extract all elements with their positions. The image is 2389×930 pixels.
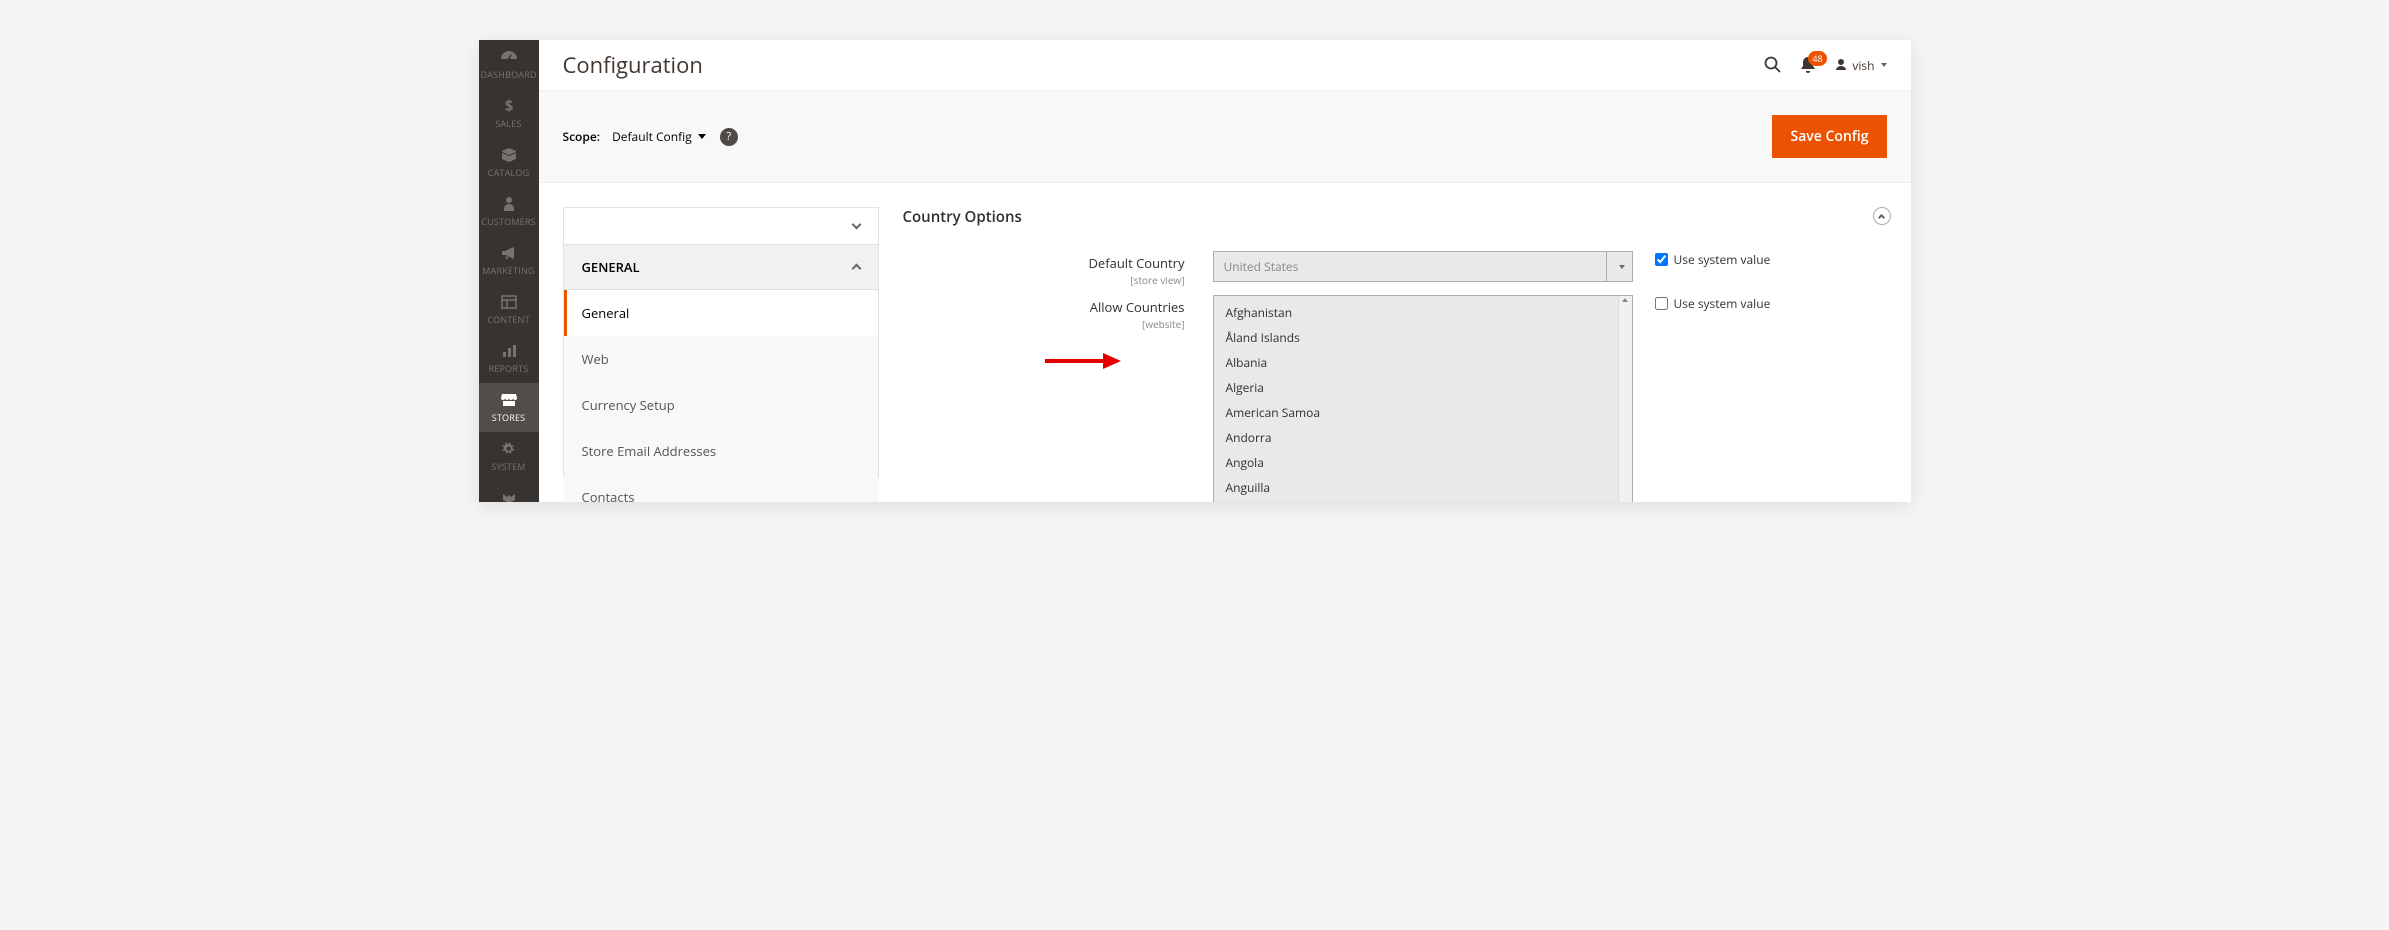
use-system-checkbox[interactable] bbox=[1655, 297, 1668, 310]
section-title: Country Options bbox=[903, 207, 1887, 227]
chevron-down-icon bbox=[698, 134, 706, 139]
nav-label: SYSTEM bbox=[481, 460, 537, 473]
save-config-button[interactable]: Save Config bbox=[1772, 115, 1886, 158]
nav-customers[interactable]: CUSTOMERS bbox=[479, 187, 539, 236]
layout-icon bbox=[481, 293, 537, 311]
user-menu[interactable]: vish bbox=[1834, 57, 1886, 74]
nav-system[interactable]: SYSTEM bbox=[479, 432, 539, 481]
country-option[interactable]: American Samoa bbox=[1214, 400, 1618, 425]
nav-label: SALES bbox=[481, 117, 537, 130]
use-system-default-country[interactable]: Use system value bbox=[1633, 251, 1771, 268]
nav-label: REPORTS bbox=[481, 362, 537, 375]
search-icon[interactable] bbox=[1764, 56, 1782, 74]
row-default-country: Default Country [store view] United Stat… bbox=[903, 251, 1887, 287]
use-system-checkbox[interactable] bbox=[1655, 253, 1668, 266]
country-option[interactable]: Andorra bbox=[1214, 425, 1618, 450]
svg-text:$: $ bbox=[504, 98, 513, 114]
country-option[interactable]: Albania bbox=[1214, 350, 1618, 375]
nav-catalog[interactable]: CATALOG bbox=[479, 138, 539, 187]
config-content: GENERAL General Web Currency Setup Store… bbox=[539, 183, 1911, 502]
select-value: United States bbox=[1213, 251, 1607, 282]
scope-selector[interactable]: Default Config bbox=[612, 128, 706, 145]
row-allow-countries: Allow Countries [website] Afghanistan Ål… bbox=[903, 295, 1887, 502]
config-sub-currency[interactable]: Currency Setup bbox=[564, 382, 878, 428]
nav-label: DASHBOARD bbox=[481, 68, 537, 81]
config-group-label: GENERAL bbox=[582, 258, 640, 276]
store-icon bbox=[481, 391, 537, 409]
nav-label: MARKETING bbox=[481, 264, 537, 277]
megaphone-icon bbox=[481, 244, 537, 262]
config-form: Country Options Default Country [store v… bbox=[903, 207, 1887, 478]
help-icon[interactable]: ? bbox=[720, 128, 738, 146]
notification-icon[interactable]: 48 bbox=[1800, 56, 1816, 74]
nav-reports[interactable]: REPORTS bbox=[479, 334, 539, 383]
allow-countries-multiselect[interactable]: Afghanistan Åland Islands Albania Algeri… bbox=[1213, 295, 1633, 502]
default-country-select[interactable]: United States bbox=[1213, 251, 1633, 282]
config-group-general[interactable]: GENERAL bbox=[564, 244, 878, 290]
country-option[interactable]: Åland Islands bbox=[1214, 325, 1618, 350]
country-option[interactable]: Antarctica bbox=[1214, 500, 1618, 502]
page-title: Configuration bbox=[563, 50, 703, 80]
nav-label: CUSTOMERS bbox=[481, 215, 537, 228]
nav-label: CONTENT bbox=[481, 313, 537, 326]
nav-label: CATALOG bbox=[481, 166, 537, 179]
nav-content[interactable]: CONTENT bbox=[479, 285, 539, 334]
admin-panel: DASHBOARD $ SALES CATALOG CUSTOMERS MARK… bbox=[479, 40, 1911, 502]
config-sub-store-email[interactable]: Store Email Addresses bbox=[564, 428, 878, 474]
nav-dashboard[interactable]: DASHBOARD bbox=[479, 40, 539, 89]
scope-value-text: Default Config bbox=[612, 128, 692, 145]
config-sub-web[interactable]: Web bbox=[564, 336, 878, 382]
nav-sales[interactable]: $ SALES bbox=[479, 89, 539, 138]
box-icon bbox=[481, 146, 537, 164]
gear-icon bbox=[481, 440, 537, 458]
control-default-country: United States bbox=[1213, 251, 1633, 282]
multiselect-scrollbar[interactable] bbox=[1618, 296, 1632, 502]
nav-label: STORES bbox=[481, 411, 537, 424]
nav-partners[interactable]: FIND PARTNERS & EXTENSIONS bbox=[479, 481, 539, 502]
chevron-up-icon bbox=[851, 264, 861, 274]
config-nav-collapse[interactable] bbox=[564, 208, 878, 244]
nav-stores[interactable]: STORES bbox=[479, 383, 539, 432]
scope-bar: Scope: Default Config ? Save Config bbox=[539, 90, 1911, 183]
country-option[interactable]: Afghanistan bbox=[1214, 300, 1618, 325]
chevron-down-icon bbox=[851, 220, 861, 230]
multiselect-list: Afghanistan Åland Islands Albania Algeri… bbox=[1214, 296, 1618, 502]
country-option[interactable]: Algeria bbox=[1214, 375, 1618, 400]
red-arrow-annotation bbox=[1043, 350, 1121, 372]
notification-badge: 48 bbox=[1808, 51, 1826, 66]
label-allow-countries: Allow Countries [website] bbox=[903, 295, 1213, 331]
chevron-down-icon bbox=[1607, 251, 1633, 282]
dollar-icon: $ bbox=[481, 97, 537, 115]
nav-marketing[interactable]: MARKETING bbox=[479, 236, 539, 285]
config-nav: GENERAL General Web Currency Setup Store… bbox=[563, 207, 879, 478]
field-hint: [store view] bbox=[903, 273, 1185, 287]
control-allow-countries: Afghanistan Åland Islands Albania Algeri… bbox=[1213, 295, 1633, 502]
use-system-allow-countries[interactable]: Use system value bbox=[1633, 295, 1771, 312]
chevron-down-icon bbox=[1881, 63, 1887, 67]
field-label: Allow Countries bbox=[1090, 298, 1185, 316]
config-sub-contacts[interactable]: Contacts bbox=[564, 474, 878, 502]
topbar: Configuration 48 vish bbox=[539, 40, 1911, 90]
username: vish bbox=[1852, 57, 1874, 74]
barchart-icon bbox=[481, 342, 537, 360]
config-sub-general[interactable]: General bbox=[564, 290, 878, 336]
use-system-label: Use system value bbox=[1674, 251, 1771, 268]
scope-label: Scope: bbox=[563, 128, 601, 145]
label-default-country: Default Country [store view] bbox=[903, 251, 1213, 287]
main-content: Configuration 48 vish Scope: Default Con… bbox=[539, 40, 1911, 502]
field-label: Default Country bbox=[1088, 254, 1184, 272]
field-hint: [website] bbox=[903, 317, 1185, 331]
chevron-up-icon bbox=[1878, 214, 1885, 221]
country-option[interactable]: Anguilla bbox=[1214, 475, 1618, 500]
admin-sidebar: DASHBOARD $ SALES CATALOG CUSTOMERS MARK… bbox=[479, 40, 539, 502]
use-system-label: Use system value bbox=[1674, 295, 1771, 312]
person-icon bbox=[481, 195, 537, 213]
gauge-icon bbox=[481, 48, 537, 66]
handshake-icon bbox=[481, 489, 537, 502]
section-collapse-icon[interactable] bbox=[1873, 207, 1891, 225]
country-option[interactable]: Angola bbox=[1214, 450, 1618, 475]
